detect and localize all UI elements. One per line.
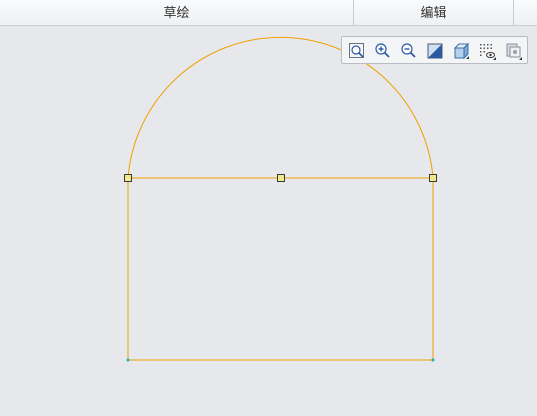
- display-style-icon[interactable]: [451, 41, 471, 61]
- repaint-icon[interactable]: [425, 41, 445, 61]
- zoom-fit-icon[interactable]: [347, 41, 367, 61]
- vertex-left[interactable]: [124, 174, 132, 182]
- ribbon-tab-bar: 草绘 编辑: [0, 0, 537, 26]
- vertex-center[interactable]: [277, 174, 285, 182]
- sketcher-display-filter-icon[interactable]: [477, 41, 497, 61]
- vertex-right[interactable]: [429, 174, 437, 182]
- sketch-geometry: [124, 36, 437, 362]
- sketch-view-icon[interactable]: [503, 41, 523, 61]
- tab-edit[interactable]: 编辑: [354, 0, 513, 25]
- graphics-canvas[interactable]: [0, 26, 537, 416]
- zoom-in-icon[interactable]: [373, 41, 393, 61]
- zoom-out-icon[interactable]: [399, 41, 419, 61]
- endpoint-bottom-right[interactable]: [431, 358, 435, 362]
- graphics-toolbar: [341, 36, 528, 64]
- tab-divider: [513, 0, 514, 25]
- tab-sketch[interactable]: 草绘: [0, 0, 353, 25]
- endpoint-bottom-left[interactable]: [126, 358, 130, 362]
